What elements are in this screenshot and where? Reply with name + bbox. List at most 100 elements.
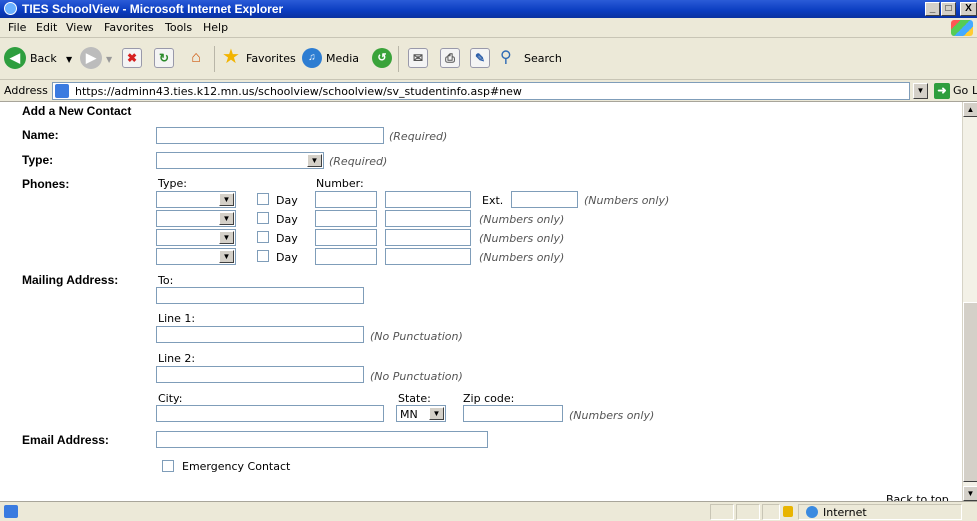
close-button[interactable]: X — [960, 2, 977, 16]
phone-area-input[interactable] — [315, 191, 377, 208]
menu-help[interactable]: Help — [203, 21, 228, 34]
address-input[interactable]: https://adminn43.ties.k12.mn.us/schoolvi… — [52, 82, 910, 100]
zip-label: Zip code: — [463, 392, 515, 405]
numbers-only-hint: (Numbers only) — [479, 232, 565, 245]
phone-number-input[interactable] — [385, 191, 471, 208]
phone-area-input[interactable] — [315, 248, 377, 265]
page-status-icon — [4, 505, 18, 518]
chevron-down-icon: ▼ — [219, 193, 234, 206]
chevron-down-icon: ▼ — [219, 212, 234, 225]
scrollbar-thumb[interactable] — [963, 302, 977, 482]
menu-file[interactable]: File — [8, 21, 26, 34]
chevron-down-icon: ▼ — [307, 154, 322, 167]
page-icon — [55, 84, 69, 98]
back-button-label[interactable]: Back — [30, 52, 57, 65]
search-icon[interactable]: ⚲ — [500, 48, 512, 68]
go-arrow-icon[interactable]: ➜ — [934, 83, 950, 99]
mail-icon[interactable]: ✉ — [408, 48, 428, 68]
vertical-scrollbar[interactable]: ▲ ▼ — [962, 102, 977, 501]
page-content: Add a New Contact Name: (Required) Type:… — [0, 102, 962, 501]
line1-label: Line 1: — [158, 312, 196, 325]
menu-edit[interactable]: Edit — [36, 21, 57, 34]
refresh-icon[interactable]: ↻ — [154, 48, 174, 68]
status-bar: Internet — [0, 501, 977, 521]
go-button-label[interactable]: Go — [953, 84, 968, 97]
print-icon[interactable]: ⎙ — [440, 48, 460, 68]
numbers-only-hint: (Numbers only) — [584, 194, 670, 207]
stop-icon[interactable]: ✖ — [122, 48, 142, 68]
back-dropdown-icon[interactable]: ▼ — [66, 55, 72, 64]
day-label: Day — [276, 251, 298, 264]
chevron-down-icon: ▼ — [219, 250, 234, 263]
status-panel — [762, 504, 780, 520]
phone-area-input[interactable] — [315, 210, 377, 227]
menu-view[interactable]: View — [66, 21, 92, 34]
address-dropdown-icon[interactable]: ▼ — [913, 83, 928, 99]
mailing-to-input[interactable] — [156, 287, 364, 304]
scroll-down-icon[interactable]: ▼ — [963, 486, 977, 501]
to-label: To: — [158, 274, 174, 287]
back-to-top-link[interactable]: Back to top — [886, 493, 949, 501]
forward-dropdown-icon[interactable]: ▼ — [106, 55, 112, 64]
line2-no-punctuation-hint: (No Punctuation) — [370, 370, 463, 383]
type-label: Type: — [22, 153, 54, 167]
chevron-down-icon: ▼ — [429, 407, 444, 420]
history-icon[interactable]: ↺ — [372, 48, 392, 68]
forward-arrow-icon[interactable]: ▶ — [80, 47, 102, 69]
menu-favorites[interactable]: Favorites — [104, 21, 154, 34]
ext-input[interactable] — [511, 191, 578, 208]
media-button-label[interactable]: Media — [326, 52, 359, 65]
phone-number-input[interactable] — [385, 210, 471, 227]
back-arrow-icon[interactable]: ◀ — [4, 47, 26, 69]
city-input[interactable] — [156, 405, 384, 422]
address-label: Address — [4, 84, 48, 97]
edit-page-icon[interactable]: ✎ — [470, 48, 490, 68]
phone-number-input[interactable] — [385, 229, 471, 246]
scroll-up-icon[interactable]: ▲ — [963, 102, 977, 117]
toolbar-separator — [398, 46, 399, 72]
home-icon[interactable]: ⌂ — [186, 48, 206, 68]
day-label: Day — [276, 194, 298, 207]
maximize-button[interactable]: □ — [941, 2, 956, 16]
phone-type-select[interactable]: ▼ — [156, 191, 236, 208]
numbers-only-hint: (Numbers only) — [479, 213, 565, 226]
address-bar: Address https://adminn43.ties.k12.mn.us/… — [0, 80, 977, 102]
type-select[interactable]: ▼ — [156, 152, 324, 169]
toolbar: ◀ Back ▼ ▶ ▼ ✖ ↻ ⌂ ★ Favorites ♫ Media ↺… — [0, 38, 977, 80]
day-label: Day — [276, 232, 298, 245]
zip-input[interactable] — [463, 405, 563, 422]
phone-type-select[interactable]: ▼ — [156, 229, 236, 246]
email-label: Email Address: — [22, 433, 109, 447]
phone-type-select[interactable]: ▼ — [156, 248, 236, 265]
line2-label: Line 2: — [158, 352, 196, 365]
phone-day-checkbox[interactable] — [257, 193, 269, 205]
name-label: Name: — [22, 128, 59, 142]
phone-type-select[interactable]: ▼ — [156, 210, 236, 227]
phone-day-checkbox[interactable] — [257, 231, 269, 243]
address-line2-input[interactable] — [156, 366, 364, 383]
menu-tools[interactable]: Tools — [165, 21, 192, 34]
media-icon[interactable]: ♫ — [302, 48, 322, 68]
favorites-star-icon[interactable]: ★ — [222, 47, 240, 67]
name-input[interactable] — [156, 127, 384, 144]
ext-label: Ext. — [482, 194, 504, 207]
phone-number-input[interactable] — [385, 248, 471, 265]
type-required-hint: (Required) — [329, 155, 388, 168]
address-line1-input[interactable] — [156, 326, 364, 343]
lock-icon — [783, 506, 793, 517]
phone-day-checkbox[interactable] — [257, 212, 269, 224]
state-select[interactable]: MN ▼ — [396, 405, 446, 422]
emergency-contact-checkbox[interactable] — [162, 460, 174, 472]
chevron-down-icon: ▼ — [219, 231, 234, 244]
minimize-button[interactable]: _ — [925, 2, 940, 16]
email-input[interactable] — [156, 431, 488, 448]
status-panel — [736, 504, 760, 520]
phone-day-checkbox[interactable] — [257, 250, 269, 262]
phone-number-header: Number: — [316, 177, 364, 190]
links-label[interactable]: Links — [972, 84, 977, 97]
day-label: Day — [276, 213, 298, 226]
search-button-label[interactable]: Search — [524, 52, 562, 65]
favorites-button-label[interactable]: Favorites — [246, 52, 296, 65]
menu-bar: File Edit View Favorites Tools Help — [0, 18, 977, 38]
phone-area-input[interactable] — [315, 229, 377, 246]
